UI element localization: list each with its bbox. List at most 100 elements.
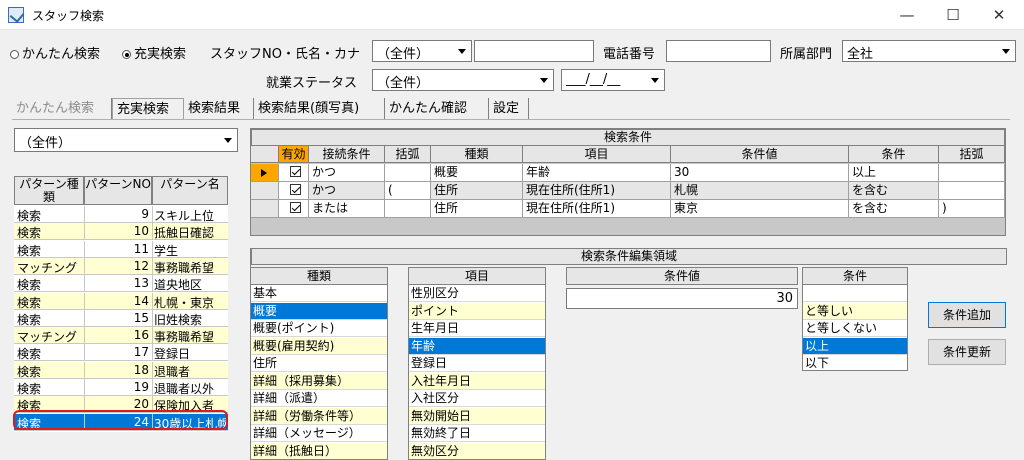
item-list-item[interactable]: ポイント — [409, 302, 545, 320]
kind-list-item[interactable]: 詳細（派遣） — [251, 390, 387, 407]
tab-results[interactable]: 検索結果 — [184, 98, 254, 120]
table-row[interactable]: 検索 15 旧姓検索 — [14, 309, 228, 327]
condition-open-cell[interactable] — [385, 200, 431, 218]
tab-simple-search[interactable]: かんたん検索 — [12, 98, 112, 120]
condition-value-cell[interactable]: 札幌 — [671, 182, 849, 200]
kind-list-item[interactable]: 概要 — [251, 302, 387, 320]
mode-simple-radio[interactable]: かんたん検索 — [10, 43, 100, 62]
item-list-item[interactable]: 無効開始日 — [409, 407, 545, 425]
enabled-header: 有効 — [279, 146, 309, 163]
pattern-filter-combo[interactable]: （全件） — [14, 128, 238, 152]
pattern-type-cell: 検索 — [17, 243, 42, 258]
tab-full-search[interactable]: 充実検索 — [112, 98, 184, 120]
cond-listbox[interactable]: 条件 と等しい と等しくない 以上 以下 — [802, 267, 908, 371]
kind-list-item[interactable]: 基本 — [251, 285, 387, 302]
staff-search-input[interactable] — [474, 40, 594, 62]
enabled-checkbox[interactable] — [279, 182, 309, 200]
cond-list-item[interactable]: と等しくない — [803, 320, 907, 337]
condition-kind-cell[interactable]: 概要 — [431, 164, 523, 182]
item-list-item[interactable]: 性別区分 — [409, 285, 545, 302]
phone-input[interactable] — [666, 40, 771, 62]
kind-list-item[interactable]: 概要(ポイント) — [251, 320, 387, 337]
conditions-header-row: 有効 接続条件 括弧 種類 項目 条件値 条件 括弧 — [251, 146, 1005, 164]
date-picker[interactable]: ___/__/__ — [561, 69, 665, 91]
condition-cond-cell[interactable]: 以上 — [849, 164, 939, 182]
condition-cond-cell[interactable]: を含む — [849, 182, 939, 200]
table-row[interactable]: 検索 11 学生 — [14, 240, 228, 258]
condition-cond-cell[interactable]: を含む — [849, 200, 939, 218]
condition-row[interactable]: かつ 概要 年齢 30 以上 — [251, 164, 1007, 182]
minimize-button[interactable]: — — [884, 0, 930, 30]
cond-list-item[interactable]: と等しい — [803, 302, 907, 320]
item-listbox[interactable]: 項目 性別区分 ポイント 生年月日 年齢 登録日 入社年月日 入社区分 無効開始日 無効終了日無… — [408, 267, 546, 460]
condition-row[interactable]: または 住所 現在住所(住所1) 東京 を含む) — [251, 200, 1007, 218]
item-list-item[interactable]: 登録日 — [409, 355, 545, 372]
condition-close-cell[interactable] — [939, 164, 1005, 182]
table-row[interactable]: 検索 17 登録日 — [14, 344, 228, 362]
chevron-down-icon[interactable] — [999, 42, 1014, 60]
app-icon — [8, 7, 24, 23]
mode-full-radio[interactable]: 充実検索 — [122, 43, 186, 62]
kind-list-item[interactable]: 住所 — [251, 355, 387, 372]
condition-value-input[interactable]: 30 — [566, 288, 798, 309]
table-row[interactable]: 検索 13 道央地区 — [14, 275, 228, 293]
kind-listbox[interactable]: 種類 基本 概要 概要(ポイント) 概要(雇用契約) 住所 詳細（採用募集） 詳細（派遣）詳… — [250, 267, 388, 460]
table-row[interactable]: 検索 10 抵触日確認 — [14, 223, 228, 241]
condition-open-cell[interactable]: ( — [385, 182, 431, 200]
maximize-button[interactable]: ☐ — [930, 0, 976, 30]
condition-kind-cell[interactable]: 住所 — [431, 182, 523, 200]
kind-list-item[interactable]: 詳細（メッセージ） — [251, 425, 387, 442]
dept-combo[interactable]: 全社 — [842, 40, 1016, 62]
condition-conn-cell[interactable]: かつ — [309, 182, 385, 200]
kind-list-item[interactable]: 詳細（労働条件等） — [251, 407, 387, 425]
item-list-item[interactable]: 入社区分 — [409, 390, 545, 407]
chevron-down-icon[interactable] — [221, 131, 236, 149]
enabled-checkbox[interactable] — [279, 164, 309, 182]
chevron-down-icon[interactable] — [455, 42, 470, 60]
condition-close-cell[interactable]: ) — [939, 200, 1005, 218]
item-list-item[interactable]: 生年月日 — [409, 320, 545, 337]
cond-list-item[interactable] — [803, 285, 907, 302]
table-row[interactable]: 検索 14 札幌・東京 — [14, 292, 228, 310]
condition-close-cell[interactable] — [939, 182, 1005, 200]
table-row[interactable]: 検索 19 退職者以外 — [14, 379, 228, 396]
kind-list-item[interactable]: 概要(雇用契約) — [251, 337, 387, 355]
table-row[interactable]: 検索 18 退職者 — [14, 361, 228, 379]
radio-selected-icon — [122, 50, 131, 59]
pattern-type-cell: 検索 — [17, 347, 42, 362]
item-list-header: 項目 — [409, 268, 545, 285]
table-row[interactable]: マッチング 12 事務職希望 — [14, 257, 228, 275]
close-button[interactable]: ✕ — [976, 0, 1022, 30]
condition-value-cell[interactable]: 東京 — [671, 200, 849, 218]
condition-item-cell[interactable]: 現在住所(住所1) — [523, 182, 671, 200]
table-row[interactable]: マッチング 16 事務職希望 — [14, 327, 228, 345]
condition-conn-cell[interactable]: かつ — [309, 164, 385, 182]
condition-value-cell[interactable]: 30 — [671, 164, 849, 182]
condition-conn-cell[interactable]: または — [309, 200, 385, 218]
kind-list-item[interactable]: 詳細（抵触日） — [251, 442, 387, 459]
enabled-checkbox[interactable] — [279, 200, 309, 218]
condition-item-cell[interactable]: 年齢 — [523, 164, 671, 182]
item-list-item[interactable]: 年齢 — [409, 337, 545, 355]
status-combo[interactable]: （全件） — [372, 69, 554, 91]
condition-open-cell[interactable] — [385, 164, 431, 182]
update-condition-button[interactable]: 条件更新 — [928, 339, 1006, 365]
tab-settings[interactable]: 設定 — [489, 98, 529, 120]
tab-quick-check[interactable]: かんたん確認 — [385, 98, 489, 120]
condition-kind-cell[interactable]: 住所 — [431, 200, 523, 218]
cond-list-item[interactable]: 以上 — [803, 337, 907, 355]
table-row[interactable]: 検索 9 スキル上位 — [14, 206, 228, 223]
condition-row[interactable]: かつ(住所 現在住所(住所1) 札幌 を含む — [251, 182, 1007, 200]
staff-combo[interactable]: （全件） — [372, 40, 472, 62]
chevron-down-icon[interactable] — [537, 71, 552, 89]
chevron-down-icon[interactable] — [648, 71, 663, 89]
cond-list-item[interactable]: 以下 — [803, 355, 907, 370]
item-list-item[interactable]: 無効区分 — [409, 442, 545, 459]
condition-item-cell[interactable]: 現在住所(住所1) — [523, 200, 671, 218]
item-list-item[interactable]: 無効終了日 — [409, 425, 545, 442]
item-list-item[interactable]: 入社年月日 — [409, 372, 545, 390]
tab-results-photo[interactable]: 検索結果(顔写真) — [254, 98, 385, 120]
add-condition-button[interactable]: 条件追加 — [928, 302, 1006, 328]
edit-title: 検索条件編集領域 — [251, 248, 1007, 265]
kind-list-item[interactable]: 詳細（採用募集） — [251, 372, 387, 390]
